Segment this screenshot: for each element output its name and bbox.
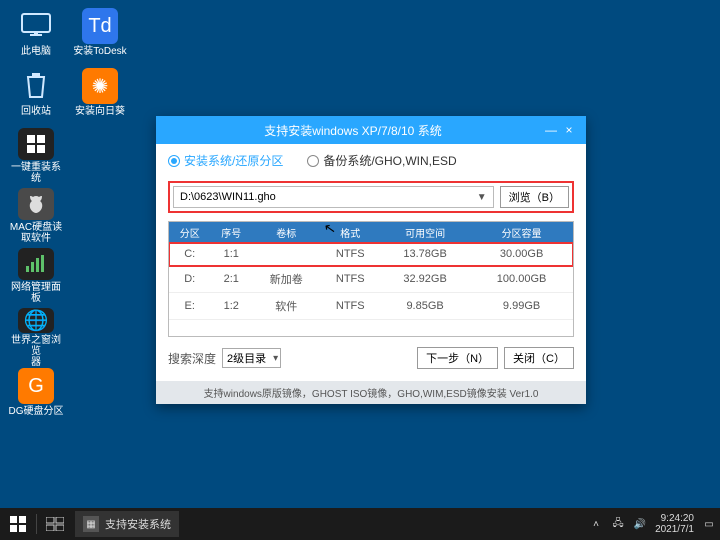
image-path-value: D:\0623\WIN11.gho (180, 191, 276, 203)
table-cell: D: (169, 266, 210, 293)
tray-time: 9:24:20 (655, 513, 694, 524)
todesk-icon[interactable]: Td 安装ToDesk (72, 8, 128, 64)
th-free: 可用空间 (380, 222, 470, 243)
todesk-label: 安装ToDesk (73, 46, 126, 57)
table-cell: 1:2 (210, 293, 251, 320)
table-cell (252, 243, 320, 266)
system-tray: ˄ 🖧 🔊 9:24:20 2021/7/1 ▭ (589, 513, 716, 535)
taskbar-app-button[interactable]: ▦ 支持安装系统 (75, 511, 179, 537)
next-button[interactable]: 下一步（N） (417, 347, 498, 369)
taskbar-app-icon: ▦ (83, 516, 99, 532)
tray-clock[interactable]: 9:24:20 2021/7/1 (655, 513, 694, 535)
table-cell: E: (169, 293, 210, 320)
sunflower-icon[interactable]: ✺ 安装向日葵 (72, 68, 128, 124)
start-button[interactable] (4, 512, 32, 536)
browse-button[interactable]: 浏览（B） (500, 186, 569, 208)
browser-label: 世界之窗浏览 器 (8, 335, 64, 368)
table-header-row: 分区 序号 卷标 格式 可用空间 分区容量 (169, 222, 573, 243)
titlebar[interactable]: 支持安装windows XP/7/8/10 系统 — × (156, 116, 586, 144)
search-depth-value: 2级目录 (227, 350, 266, 366)
table-cell: 1:1 (210, 243, 251, 266)
table-cell: NTFS (320, 293, 380, 320)
partition-table: 分区 序号 卷标 格式 可用空间 分区容量 C:1:1NTFS13.78GB30… (168, 221, 574, 337)
table-cell: 9.99GB (470, 293, 573, 320)
taskbar: ▦ 支持安装系统 ˄ 🖧 🔊 9:24:20 2021/7/1 ▭ (0, 508, 720, 540)
mode-radio-group: 安装系统/还原分区 备份系统/GHO,WIN,ESD (168, 152, 574, 169)
recycle-bin-label: 回收站 (21, 106, 51, 117)
table-row[interactable]: D:2:1新加卷NTFS32.92GB100.00GB (169, 266, 573, 293)
taskbar-app-label: 支持安装系统 (105, 516, 171, 532)
mac-disk-icon[interactable]: MAC硬盘读 取软件 (8, 188, 64, 244)
table-cell: 软件 (252, 293, 320, 320)
table-cell: 新加卷 (252, 266, 320, 293)
radio-install-label: 安装系统/还原分区 (184, 152, 283, 169)
table-cell: 30.00GB (470, 243, 573, 266)
table-cell: C: (169, 243, 210, 266)
image-path-row: D:\0623\WIN11.gho ▼ 浏览（B） (168, 181, 574, 213)
table-cell: NTFS (320, 266, 380, 293)
this-pc-label: 此电脑 (21, 46, 51, 57)
table-cell: NTFS (320, 243, 380, 266)
network-panel-label: 网络管理面板 (8, 282, 64, 304)
network-panel-icon[interactable]: 网络管理面板 (8, 248, 64, 304)
mac-disk-label: MAC硬盘读 取软件 (10, 222, 62, 244)
table-cell: 9.85GB (380, 293, 470, 320)
tray-notifications-icon[interactable]: ▭ (702, 517, 716, 531)
reinstall-label: 一键重装系统 (8, 162, 64, 184)
dialog-footer: 支持windows原版镜像，GHOST ISO镜像，GHO,WIM,ESD镜像安… (156, 381, 586, 404)
search-depth-label: 搜索深度 (168, 350, 216, 367)
dialog-title: 支持安装windows XP/7/8/10 系统 (164, 122, 542, 139)
dialog-actions: 搜索深度 2级目录 下一步（N） 关闭（C） (168, 341, 574, 375)
taskbar-divider (36, 514, 37, 534)
table-row[interactable]: E:1:2软件NTFS9.85GB9.99GB (169, 293, 573, 320)
tray-volume-icon[interactable]: 🔊 (633, 517, 647, 531)
radio-dot-icon (307, 155, 319, 167)
desktop-icons: 此电脑 Td 安装ToDesk 回收站 ✺ 安装向日葵 一键重装系统 MAC硬盘… (8, 8, 128, 424)
th-partition: 分区 (169, 222, 210, 243)
reinstall-icon[interactable]: 一键重装系统 (8, 128, 64, 184)
radio-backup-label: 备份系统/GHO,WIN,ESD (323, 152, 456, 169)
radio-backup[interactable]: 备份系统/GHO,WIN,ESD (307, 152, 456, 169)
tray-network-icon[interactable]: 🖧 (611, 517, 625, 531)
radio-install[interactable]: 安装系统/还原分区 (168, 152, 283, 169)
th-volume: 卷标 (252, 222, 320, 243)
recycle-bin-icon[interactable]: 回收站 (8, 68, 64, 124)
image-path-combo[interactable]: D:\0623\WIN11.gho ▼ (173, 186, 494, 208)
install-dialog: 支持安装windows XP/7/8/10 系统 — × 安装系统/还原分区 备… (156, 116, 586, 404)
close-dialog-button[interactable]: 关闭（C） (504, 347, 574, 369)
browser-icon[interactable]: 🌐 世界之窗浏览 器 (8, 308, 64, 364)
table-cell: 32.92GB (380, 266, 470, 293)
chevron-down-icon[interactable]: ▼ (477, 192, 487, 203)
dg-partition-icon[interactable]: G DG硬盘分区 (8, 368, 64, 424)
close-button[interactable]: × (560, 123, 578, 137)
table-cell: 2:1 (210, 266, 251, 293)
table-row[interactable]: C:1:1 NTFS13.78GB30.00GB (169, 243, 573, 266)
minimize-button[interactable]: — (542, 123, 560, 137)
tray-chevron-icon[interactable]: ˄ (589, 517, 603, 531)
search-depth-select[interactable]: 2级目录 (222, 348, 281, 368)
task-view-button[interactable] (41, 512, 69, 536)
table-cell: 13.78GB (380, 243, 470, 266)
th-size: 分区容量 (470, 222, 573, 243)
table-cell: 100.00GB (470, 266, 573, 293)
th-format: 格式 (320, 222, 380, 243)
radio-dot-icon (168, 155, 180, 167)
tray-date: 2021/7/1 (655, 524, 694, 535)
sunflower-label: 安装向日葵 (75, 106, 125, 117)
dg-partition-label: DG硬盘分区 (9, 406, 64, 417)
th-index: 序号 (210, 222, 251, 243)
this-pc-icon[interactable]: 此电脑 (8, 8, 64, 64)
